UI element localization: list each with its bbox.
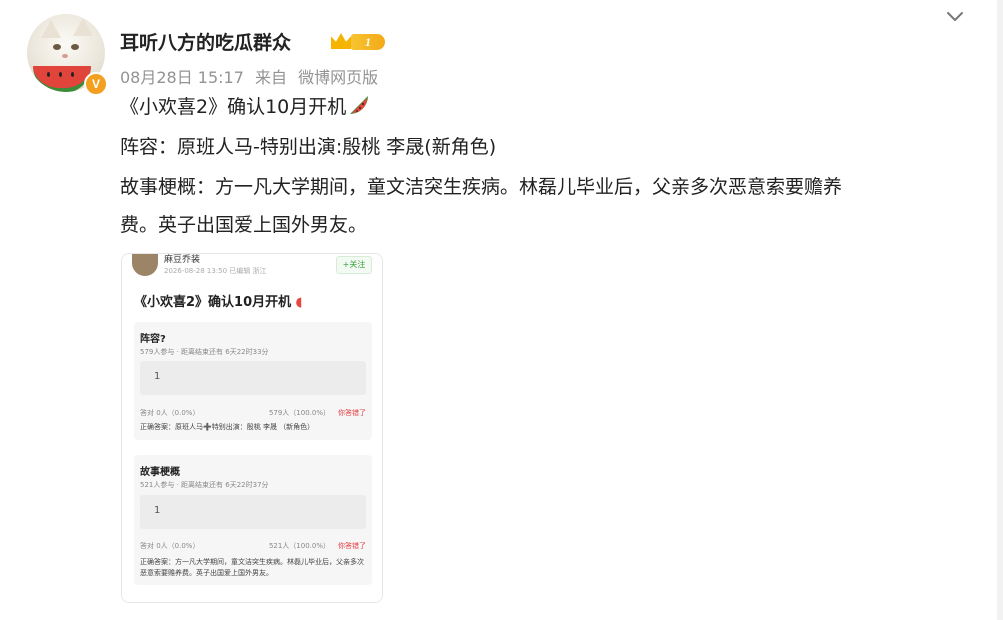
post-text-line-1: 《小欢喜2》确认10月开机 — [120, 89, 370, 125]
poll-question: 故事梗概 — [140, 467, 180, 478]
post-date-link[interactable]: 08月28日 15:17 — [120, 68, 244, 87]
poll-correct-count: 答对 0人（0.0%） — [140, 409, 200, 417]
poll-participants: 521人参与 · 距离结束还有 6天22时37分 — [140, 481, 269, 489]
post-title-text: 《小欢喜2》确认10月开机 — [120, 96, 347, 118]
username-link[interactable]: 耳听八方的吃瓜群众 — [120, 28, 291, 55]
crown-icon — [331, 33, 351, 49]
image-time-info: 2026-08-28 13:50 已编辑 浙江 — [164, 267, 267, 275]
cat-eye — [53, 44, 61, 50]
poll-option: 1 — [140, 361, 366, 395]
poll-wrong-label: 你答错了 — [338, 542, 366, 550]
poll-vote-count: 521人（100.0%） — [268, 542, 330, 550]
poll-participants: 579人参与 · 距离结束还有 6天22时33分 — [140, 348, 269, 356]
poll-correct-count: 答对 0人（0.0%） — [140, 542, 200, 550]
post-text-line-4: 费。英子出国爱上国外男友。 — [120, 214, 368, 236]
source-link[interactable]: 微博网页版 — [298, 68, 378, 87]
scrollbar-track[interactable] — [997, 0, 1003, 620]
poll-question: 阵容? — [140, 334, 166, 345]
post-text-line-2: 阵容：原班人马-特别出演:殷桃 李晟(新角色) — [120, 136, 497, 158]
poll-card: 阵容? 579人参与 · 距离结束还有 6天22时33分 1 答对 0人（0.0… — [134, 322, 372, 440]
watermelon-emoji-icon — [350, 96, 369, 114]
vip-level: 1 — [351, 34, 385, 50]
image-follow-button: +关注 — [336, 256, 372, 274]
watermelon-slice — [33, 66, 91, 92]
poll-wrong-label: 你答错了 — [338, 409, 366, 417]
poll-answer: 正确答案：方一凡大学期间，童文洁突生疾病。林磊儿毕业后，父亲多次恶意索要赡养费。… — [140, 558, 364, 577]
image-post-title: 《小欢喜2》确认10月开机 ◖ — [134, 295, 303, 310]
poll-card: 故事梗概 521人参与 · 距离结束还有 6天22时37分 1 答对 0人（0.… — [134, 455, 372, 585]
cat-eye — [71, 44, 79, 50]
post-text-line-3: 故事梗概：方一凡大学期间，童文洁突生疾病。林磊儿毕业后，父亲多次恶意索要赡养 — [120, 176, 843, 198]
chevron-down-icon[interactable] — [946, 9, 964, 23]
post-image[interactable]: 麻豆乔装 2026-08-28 13:50 已编辑 浙江 +关注 《小欢喜2》确… — [121, 253, 383, 603]
poll-answer: 正确答案：原班人马➕特别出演：殷桃 李晟 （新角色） — [140, 423, 315, 431]
cat-ear — [41, 20, 61, 38]
image-author-name: 麻豆乔装 — [164, 255, 201, 265]
source-prefix: 来自 — [255, 68, 288, 87]
post-meta: 08月28日 15:17 来自 微博网页版 — [120, 64, 378, 88]
avatar[interactable]: V — [27, 14, 108, 96]
cat-nose — [62, 54, 68, 58]
vip-badge[interactable]: 1 — [331, 31, 389, 53]
verified-badge-icon: V — [84, 72, 108, 96]
image-author-avatar — [132, 254, 158, 276]
poll-vote-count: 579人（100.0%） — [268, 409, 330, 417]
poll-option: 1 — [140, 495, 366, 529]
cat-ear — [73, 18, 93, 36]
